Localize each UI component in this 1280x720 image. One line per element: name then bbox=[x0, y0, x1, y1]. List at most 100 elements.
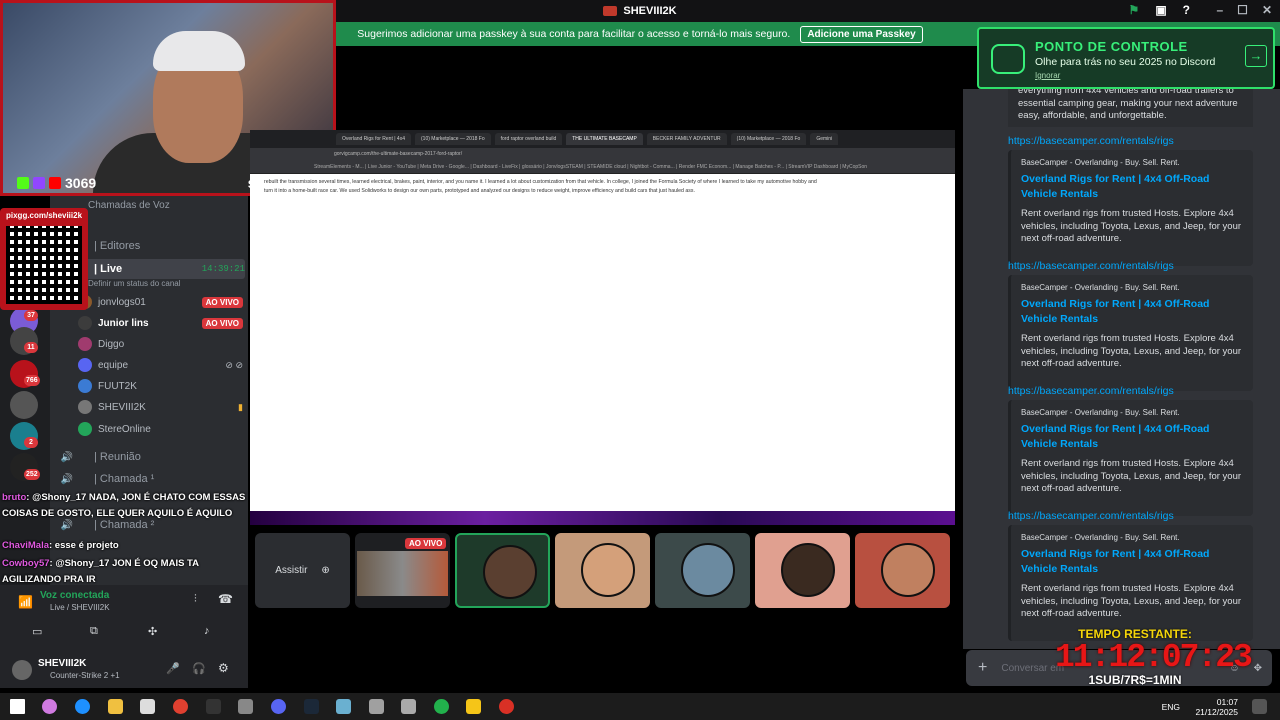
message-link[interactable]: https://basecamper.com/rentals/rigs bbox=[1008, 385, 1174, 397]
embed-title[interactable]: Overland Rigs for Rent | 4x4 Off-Road Ve… bbox=[1021, 297, 1246, 327]
browser-tab[interactable]: Overland Rigs for Rent | 4x4 bbox=[336, 133, 411, 145]
steam-icon[interactable] bbox=[304, 699, 319, 714]
participant-tile[interactable] bbox=[855, 533, 950, 608]
close-icon[interactable]: ✕ bbox=[1262, 3, 1272, 17]
channel-label: | Chamada ¹ bbox=[94, 473, 155, 485]
noise-icon[interactable]: ⫶ bbox=[194, 593, 197, 606]
file-explorer-icon[interactable] bbox=[108, 699, 123, 714]
clock-time: 01:07 bbox=[1216, 697, 1238, 707]
member-item[interactable]: equipe ⊘ ⊘ bbox=[78, 355, 243, 375]
message-link[interactable]: https://basecamper.com/rentals/rigs bbox=[1008, 260, 1174, 272]
member-item[interactable]: StereOnline bbox=[78, 419, 243, 439]
watch-label: Assistir bbox=[275, 565, 308, 576]
member-name: Junior lins bbox=[98, 317, 149, 329]
member-item[interactable]: Diggo bbox=[78, 334, 243, 354]
add-passkey-button[interactable]: Adicione uma Passkey bbox=[800, 25, 923, 43]
live-badge: AO VIVO bbox=[201, 296, 243, 308]
settings-icon[interactable]: ⚙ bbox=[218, 661, 229, 675]
app-icon[interactable] bbox=[434, 699, 449, 714]
donation-qr: pixgg.com/sheviii2k bbox=[0, 208, 88, 310]
channel-status-input[interactable]: Definir um status do canal bbox=[88, 279, 181, 288]
inbox-icon[interactable]: ▣ bbox=[1155, 3, 1166, 17]
chrome-icon[interactable] bbox=[173, 699, 188, 714]
user-name: SHEVIII2K bbox=[38, 658, 87, 669]
banner-title: PONTO DE CONTROLE bbox=[1035, 39, 1188, 54]
edge-icon[interactable] bbox=[75, 699, 90, 714]
browser-tab[interactable]: ford raptor overland build bbox=[494, 133, 563, 145]
user-avatar[interactable] bbox=[12, 660, 32, 680]
minimize-icon[interactable]: – bbox=[1216, 3, 1223, 17]
chrome-icon[interactable] bbox=[499, 699, 514, 714]
participant-tile[interactable] bbox=[755, 533, 850, 608]
voice-channel[interactable]: Live / SHEVIII2K bbox=[50, 603, 110, 612]
member-item[interactable]: jonvlogs01 AO VIVO bbox=[78, 292, 243, 312]
soundboard-icon[interactable]: ♪ bbox=[204, 625, 210, 637]
app-icon[interactable] bbox=[369, 699, 384, 714]
discord-logo-icon bbox=[991, 44, 1025, 74]
avatar bbox=[78, 379, 92, 393]
channel-reuniao[interactable]: 🔊 | Reunião bbox=[60, 447, 245, 467]
member-name: SHEVIII2K bbox=[98, 401, 146, 413]
participant-tile[interactable] bbox=[655, 533, 750, 608]
banner-dismiss-link[interactable]: Ignorar bbox=[1035, 71, 1060, 80]
participant-tile[interactable] bbox=[455, 533, 550, 608]
unread-badge: 11 bbox=[24, 342, 38, 353]
embed-title[interactable]: Overland Rigs for Rent | 4x4 Off-Road Ve… bbox=[1021, 422, 1246, 452]
streamer-cap bbox=[153, 31, 245, 71]
add-attachment-icon[interactable]: + bbox=[978, 659, 987, 677]
disconnect-icon[interactable]: ☎ bbox=[218, 592, 233, 606]
member-item[interactable]: SHEVIII2K ▮ bbox=[78, 397, 243, 417]
embed-title[interactable]: Overland Rigs for Rent | 4x4 Off-Road Ve… bbox=[1021, 172, 1246, 202]
app-icon[interactable] bbox=[466, 699, 481, 714]
participant-tiles: Assistir ⊕ AO VIVO bbox=[255, 533, 955, 609]
screen-share-stream[interactable]: Overland Rigs for Rent | 4x4 (10) Market… bbox=[250, 130, 955, 525]
participant-tile[interactable] bbox=[555, 533, 650, 608]
participant-avatar bbox=[881, 543, 935, 597]
watch-stream-tile[interactable]: Assistir ⊕ bbox=[255, 533, 350, 608]
maximize-icon[interactable]: ☐ bbox=[1237, 3, 1248, 17]
windows-start-icon[interactable] bbox=[10, 699, 25, 714]
banner-subtitle: Olhe para trás no seu 2025 no Discord bbox=[1035, 56, 1216, 68]
activity-icon[interactable]: ✣ bbox=[148, 625, 157, 638]
address-bar[interactable]: gorvigcamp.com/the-ultimate-basecamp-201… bbox=[250, 148, 955, 161]
notification-icon[interactable] bbox=[1252, 699, 1267, 714]
member-item[interactable]: Junior lins AO VIVO bbox=[78, 313, 243, 333]
live-stream-tile[interactable]: AO VIVO bbox=[355, 533, 450, 608]
unread-badge: 37 bbox=[24, 310, 38, 321]
participant-avatar bbox=[483, 545, 537, 599]
discord-icon[interactable] bbox=[271, 699, 286, 714]
browser-tab[interactable]: BECKER FAMILY ADVENTUR bbox=[646, 133, 727, 145]
camera-icon[interactable]: ▭ bbox=[32, 625, 42, 638]
browser-tab[interactable]: (10) Marketplace — 2018 Fo bbox=[730, 133, 807, 145]
message-link[interactable]: https://basecamper.com/rentals/rigs bbox=[1008, 135, 1174, 147]
message-link[interactable]: https://basecamper.com/rentals/rigs bbox=[1008, 510, 1174, 522]
browser-tab[interactable]: THE ULTIMATE BASECAMP bbox=[566, 133, 643, 145]
language-indicator[interactable]: ENG bbox=[1162, 702, 1180, 712]
store-icon[interactable] bbox=[140, 699, 155, 714]
server-icon bbox=[603, 6, 618, 16]
mic-icon[interactable]: 🎤 bbox=[166, 662, 180, 675]
headphones-icon[interactable]: 🎧 bbox=[192, 662, 206, 675]
copilot-icon[interactable] bbox=[42, 699, 57, 714]
app-icon[interactable] bbox=[206, 699, 221, 714]
screen-share-icon[interactable]: ⧉ bbox=[90, 625, 98, 638]
apps-icon[interactable]: ✥ bbox=[1254, 663, 1262, 674]
channel-chamada-1[interactable]: 🔊 | Chamada ¹ bbox=[60, 469, 245, 489]
browser-tab[interactable]: Gemini bbox=[810, 133, 839, 145]
viewer-count: 3069 bbox=[65, 175, 97, 191]
help-icon[interactable]: ? bbox=[1183, 3, 1190, 17]
embed-title[interactable]: Overland Rigs for Rent | 4x4 Off-Road Ve… bbox=[1021, 547, 1246, 577]
viewer-counter: 3069 bbox=[17, 175, 96, 191]
system-clock[interactable]: 01:07 21/12/2025 bbox=[1195, 697, 1238, 717]
app-icon[interactable] bbox=[336, 699, 351, 714]
calculator-icon[interactable] bbox=[401, 699, 416, 714]
flag-icon[interactable]: ⚑ bbox=[1129, 3, 1140, 17]
server-icon[interactable] bbox=[10, 391, 38, 419]
settings-icon[interactable] bbox=[238, 699, 253, 714]
arrow-right-icon[interactable]: → bbox=[1245, 45, 1267, 67]
unread-badge: 252 bbox=[24, 469, 40, 480]
browser-tab[interactable]: (10) Marketplace — 2018 Fo bbox=[415, 133, 491, 145]
checkpoint-banner[interactable]: PONTO DE CONTROLE Olhe para trás no seu … bbox=[977, 27, 1275, 89]
member-item[interactable]: FUUT2K bbox=[78, 376, 243, 396]
voice-channels-header[interactable]: Chamadas de Voz bbox=[88, 200, 170, 211]
